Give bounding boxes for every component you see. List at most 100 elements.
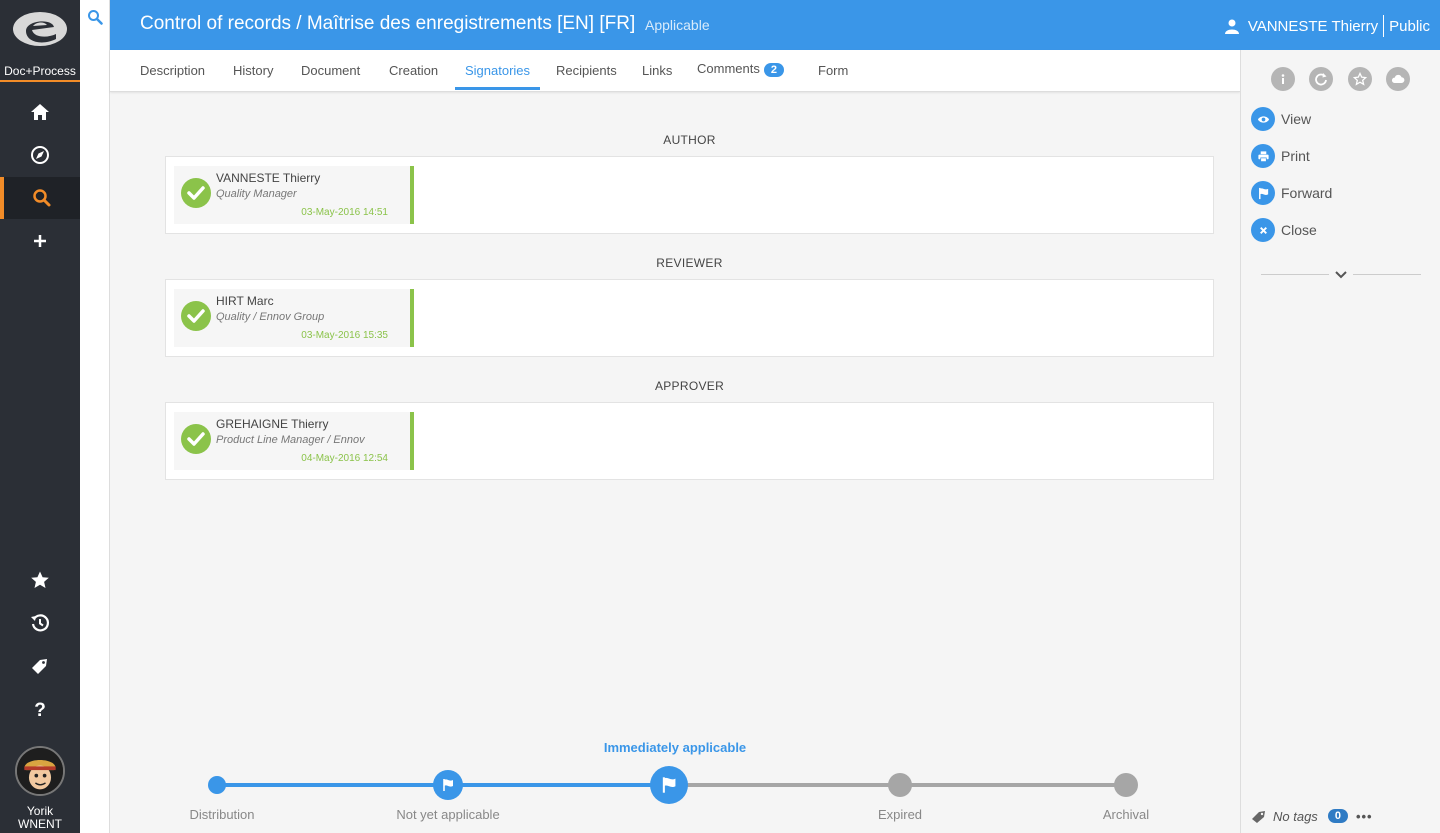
signed-check-icon xyxy=(181,301,211,331)
timeline-current-state: Immediately applicable xyxy=(603,740,747,755)
tab-recipients[interactable]: Recipients xyxy=(556,63,617,90)
tab-comments[interactable]: Comments 2 xyxy=(697,61,784,88)
timeline-step-expired[interactable] xyxy=(888,773,912,797)
more-options-icon[interactable]: ••• xyxy=(1356,809,1373,824)
action-view-label: View xyxy=(1281,111,1312,127)
tab-signatories[interactable]: Signatories xyxy=(455,63,541,90)
nav-home[interactable] xyxy=(0,91,80,133)
signatory-role: Quality / Ennov Group xyxy=(216,311,325,323)
timeline-step-distribution[interactable] xyxy=(208,776,226,794)
close-icon xyxy=(1251,218,1275,242)
document-status: Applicable xyxy=(645,17,710,33)
visibility-label: Public xyxy=(1389,17,1430,35)
flag-icon xyxy=(1251,181,1275,205)
action-forward[interactable]: Forward xyxy=(1251,181,1332,205)
nav-create[interactable] xyxy=(0,220,80,262)
timeline-label-distribution: Distribution xyxy=(189,807,255,822)
cloud-icon xyxy=(1391,74,1405,83)
refresh-icon xyxy=(1315,73,1327,86)
document-title: Control of records / Maîtrise des enregi… xyxy=(140,13,636,34)
signature-date: 03-May-2016 14:51 xyxy=(301,207,388,218)
signed-check-icon xyxy=(181,424,211,454)
header-user-name: VANNESTE Thierry xyxy=(1247,17,1379,35)
document-header: Control of records / Maîtrise des enregi… xyxy=(110,0,1440,50)
nav-explore[interactable] xyxy=(0,134,80,176)
history-icon xyxy=(31,614,50,632)
info-button[interactable] xyxy=(1271,67,1295,91)
panel-divider-left xyxy=(1261,274,1329,275)
info-icon xyxy=(1281,74,1285,84)
search-icon xyxy=(88,10,103,25)
refresh-button[interactable] xyxy=(1309,67,1333,91)
timeline-label-expired: Expired xyxy=(877,807,923,822)
app-logo[interactable]: Doc+Process xyxy=(0,0,80,82)
svg-text:?: ? xyxy=(34,700,46,719)
action-close[interactable]: Close xyxy=(1251,218,1317,242)
flag-icon xyxy=(443,779,453,791)
eye-icon xyxy=(1251,107,1275,131)
signatory-card-approver: GREHAIGNE Thierry Product Line Manager /… xyxy=(165,402,1214,480)
app-name: Doc+Process xyxy=(4,64,76,78)
header-separator xyxy=(1383,15,1385,37)
tab-history[interactable]: History xyxy=(233,63,273,90)
timeline-step-not-yet-applicable[interactable] xyxy=(433,770,463,800)
action-close-label: Close xyxy=(1281,222,1317,238)
nav-history[interactable] xyxy=(0,602,80,644)
nav-favorites[interactable] xyxy=(0,559,80,601)
signatory-card-author: VANNESTE Thierry Quality Manager 03-May-… xyxy=(165,156,1214,234)
timeline-label-archival: Archival xyxy=(1102,807,1150,822)
tags-area[interactable]: No tags 0 ••• xyxy=(1251,808,1373,824)
user-last-name: WNENT xyxy=(18,817,62,831)
signatory-name: VANNESTE Thierry xyxy=(216,171,321,185)
section-label-author: AUTHOR xyxy=(663,133,716,147)
signature-date: 04-May-2016 12:54 xyxy=(301,453,388,464)
signatory-role: Product Line Manager / Ennov xyxy=(216,434,365,446)
timeline-step-archival[interactable] xyxy=(1114,773,1138,797)
signatory-name: HIRT Marc xyxy=(216,294,274,308)
header-user-area[interactable]: VANNESTE Thierry Public xyxy=(1224,15,1430,37)
tags-count-badge: 0 xyxy=(1327,809,1348,823)
signatory-card-reviewer: HIRT Marc Quality / Ennov Group 03-May-2… xyxy=(165,279,1214,357)
action-print[interactable]: Print xyxy=(1251,144,1310,168)
signatory-role: Quality Manager xyxy=(216,188,297,200)
signatory-name: GREHAIGNE Thierry xyxy=(216,417,329,431)
signatory-entry[interactable]: VANNESTE Thierry Quality Manager 03-May-… xyxy=(174,166,414,224)
search-toggle-strip[interactable] xyxy=(80,0,110,833)
tab-document[interactable]: Document xyxy=(301,63,360,90)
tags-label: No tags xyxy=(1273,808,1318,824)
signed-check-icon xyxy=(181,178,211,208)
action-forward-label: Forward xyxy=(1281,185,1333,201)
home-icon xyxy=(31,104,49,120)
tab-form[interactable]: Form xyxy=(818,63,848,90)
compass-icon xyxy=(31,146,49,164)
nav-search[interactable] xyxy=(0,177,80,219)
action-print-label: Print xyxy=(1281,148,1310,164)
section-label-reviewer: REVIEWER xyxy=(656,256,723,270)
nav-help[interactable]: ? xyxy=(0,688,80,730)
tag-icon xyxy=(32,659,47,674)
search-icon xyxy=(33,189,51,207)
cloud-button[interactable] xyxy=(1386,67,1410,91)
tab-creation[interactable]: Creation xyxy=(389,63,438,90)
flag-icon xyxy=(662,777,676,793)
tab-links[interactable]: Links xyxy=(642,63,672,90)
signatory-entry[interactable]: GREHAIGNE Thierry Product Line Manager /… xyxy=(174,412,414,470)
tag-icon xyxy=(1252,811,1265,823)
tab-comments-label: Comments xyxy=(697,61,760,76)
right-action-panel: View Print Forward Close No tags 0 ••• xyxy=(1240,50,1440,833)
star-icon xyxy=(31,571,49,588)
timeline-label-not-yet-applicable: Not yet applicable xyxy=(396,807,500,822)
action-view[interactable]: View xyxy=(1251,107,1311,131)
current-user-name: Yorik WNENT xyxy=(0,805,80,831)
main-sidebar: Doc+Process ? Yorik WNENT xyxy=(0,0,80,833)
tab-description[interactable]: Description xyxy=(140,63,205,90)
panel-divider-right xyxy=(1353,274,1421,275)
favorite-button[interactable] xyxy=(1348,67,1372,91)
avatar-image-icon xyxy=(17,748,63,794)
chevron-down-icon[interactable] xyxy=(1334,270,1348,280)
user-avatar[interactable] xyxy=(15,746,65,796)
nav-tags[interactable] xyxy=(0,645,80,687)
signatory-entry[interactable]: HIRT Marc Quality / Ennov Group 03-May-2… xyxy=(174,289,414,347)
signature-date: 03-May-2016 15:35 xyxy=(301,330,388,341)
timeline-step-immediately-applicable[interactable] xyxy=(650,766,688,804)
